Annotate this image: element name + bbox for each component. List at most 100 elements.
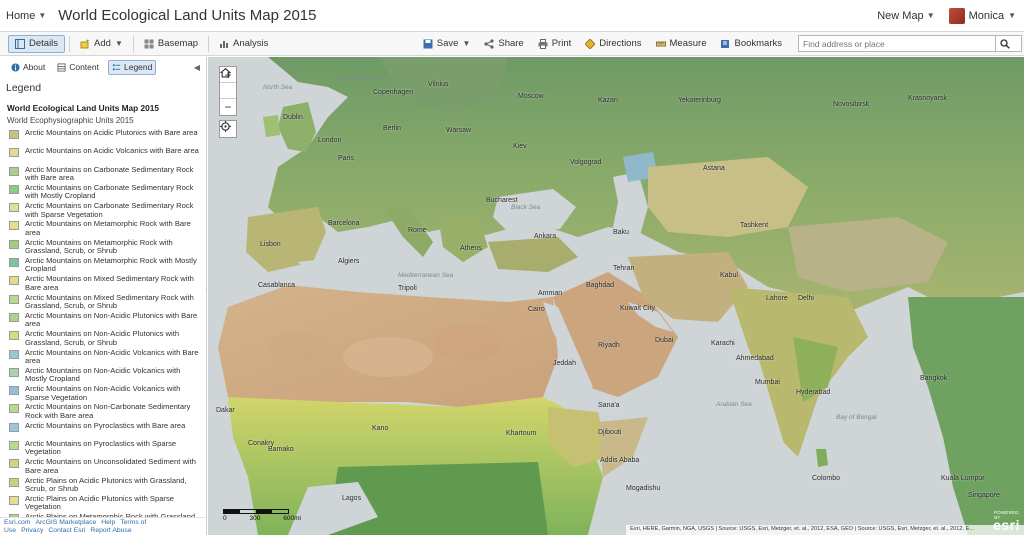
home-extent-button[interactable] [220, 67, 236, 99]
user-name: Monica [968, 9, 1005, 22]
bookmark-icon [721, 39, 730, 48]
city-label: Amman [538, 290, 563, 297]
printer-icon [538, 38, 548, 49]
avatar [948, 7, 965, 24]
city-label: Kazan [598, 97, 618, 104]
legend-label: Arctic Mountains on Pyroclastics with Sp… [25, 439, 177, 457]
new-map-menu[interactable]: New Map ▼ [877, 10, 934, 22]
city-label: Dakar [216, 407, 235, 414]
city-label: Bangkok [920, 375, 948, 382]
city-label: Novosibirsk [833, 101, 870, 108]
search-button[interactable] [995, 36, 1013, 51]
water-body-label: Bay of Bengal [836, 414, 877, 421]
home-menu[interactable]: Home ▼ [6, 10, 46, 22]
city-label: Baku [613, 229, 629, 236]
city-label: Singapore [968, 492, 1000, 499]
footer-link[interactable]: ArcGIS Marketplace [35, 519, 96, 526]
legend-swatch [9, 331, 19, 341]
bookmarks-button[interactable]: Bookmarks [714, 35, 788, 53]
map-toolbar: Details + Add ▼ Basemap Analysis Save ▼ … [0, 32, 1024, 56]
details-panel: About Content Legend ◀ Legend World Ecol… [0, 57, 207, 535]
map-attribution[interactable]: Esri, HERE, Garmin, NGA, USGS | Source: … [626, 525, 1024, 535]
zoom-controls: + − [219, 66, 237, 116]
city-label: Yekaterinburg [678, 97, 721, 104]
legend-swatch [9, 312, 19, 322]
legend-item: Arctic Mountains on Non-Acidic Volcanics… [9, 366, 199, 385]
legend-heading: Legend [6, 82, 42, 94]
chevron-down-icon: ▼ [462, 39, 471, 48]
legend-label: Arctic Mountains on Mixed Sedimentary Ro… [25, 292, 194, 311]
city-label: Moscow [518, 93, 544, 100]
scale-bar: 0 300 600mi [223, 509, 301, 522]
legend-item: Arctic Mountains on Metamorphic Rock wit… [9, 237, 199, 257]
city-label: Krasnoyarsk [908, 95, 947, 102]
city-label: Karachi [711, 340, 735, 347]
legend-swatch [9, 386, 19, 396]
tab-about[interactable]: About [8, 60, 48, 75]
legend-label: Arctic Mountains on Acidic Volcanics wit… [25, 146, 199, 156]
footer-link[interactable]: Privacy [21, 527, 43, 534]
legend-swatch [9, 349, 19, 359]
footer-link[interactable]: Contact Esri [48, 527, 85, 534]
legend-swatch [9, 294, 19, 304]
basemap-button[interactable]: Basemap [138, 35, 204, 53]
measure-ruler-icon [655, 41, 666, 46]
collapse-panel-icon[interactable]: ◀ [194, 63, 200, 72]
city-label: Cairo [528, 306, 545, 313]
share-button[interactable]: Share [478, 35, 529, 53]
legend-swatch [9, 495, 19, 505]
directions-icon [585, 38, 596, 49]
city-label: Kiev [513, 143, 527, 150]
print-button[interactable]: Print [532, 35, 578, 53]
water-body-label: Black Sea [511, 204, 541, 211]
city-label: Tashkent [740, 222, 769, 229]
city-label: Barcelona [328, 220, 360, 227]
legend-item: Arctic Mountains on Non-Acidic Plutonics… [9, 330, 199, 348]
measure-button[interactable]: Measure [650, 35, 713, 53]
city-label: Delhi [798, 295, 814, 302]
city-label: Rome [408, 227, 427, 234]
zoom-out-button[interactable]: − [220, 99, 236, 115]
map-view[interactable]: Norwegian Sea North Sea Copenhagen Vilnius M… [208, 57, 1024, 535]
details-button[interactable]: Details [8, 34, 66, 53]
tab-content[interactable]: Content [54, 60, 102, 75]
panel-tabs: About Content Legend ◀ [0, 57, 206, 77]
add-label: Add [94, 38, 111, 49]
city-label: Ankara [534, 233, 557, 240]
directions-button[interactable]: Directions [579, 35, 647, 53]
city-label: Astana [703, 165, 725, 172]
city-label: Mumbai [755, 379, 780, 386]
basemap-grid-icon [144, 39, 154, 48]
footer-link[interactable]: Esri.com [4, 519, 30, 526]
tab-content-label: Content [69, 62, 99, 72]
legend-swatch [9, 130, 19, 139]
city-label: Berlin [383, 125, 401, 132]
content-layers-icon [57, 62, 66, 72]
city-label: Baghdad [586, 282, 615, 289]
save-button[interactable]: Save ▼ [417, 35, 477, 53]
user-menu[interactable]: Monica ▼ [948, 7, 1016, 24]
city-label: Algiers [338, 258, 360, 265]
legend-item: Arctic Mountains on Mixed Sedimentary Ro… [9, 292, 199, 312]
locate-button[interactable] [219, 120, 237, 138]
legend-item: Arctic Mountains on Metamorphic Rock wit… [9, 220, 199, 238]
city-label: Conakry [248, 440, 275, 447]
footer-link[interactable]: Report Abuse [90, 527, 131, 534]
legend-label: Arctic Mountains on Metamorphic Rock wit… [25, 256, 197, 274]
add-button[interactable]: + Add ▼ [74, 35, 129, 53]
city-label: Bamako [268, 446, 294, 453]
footer-link[interactable]: Help [101, 519, 115, 526]
search-input[interactable] [799, 36, 995, 51]
tab-legend[interactable]: Legend [108, 59, 157, 75]
legend-label: Arctic Mountains on Metamorphic Rock wit… [25, 237, 173, 256]
legend-swatch [9, 477, 19, 487]
legend-swatch [9, 422, 19, 432]
legend-swatch [9, 367, 19, 377]
details-icon [15, 38, 25, 49]
bookmarks-label: Bookmarks [734, 38, 782, 49]
search-icon [999, 38, 1010, 49]
esri-logo[interactable]: POWERED BY esri [993, 510, 1020, 533]
legend-label: Arctic Mountains on Non-Acidic Volcanics… [25, 347, 199, 365]
analysis-button[interactable]: Analysis [213, 35, 274, 53]
home-icon [220, 67, 231, 78]
